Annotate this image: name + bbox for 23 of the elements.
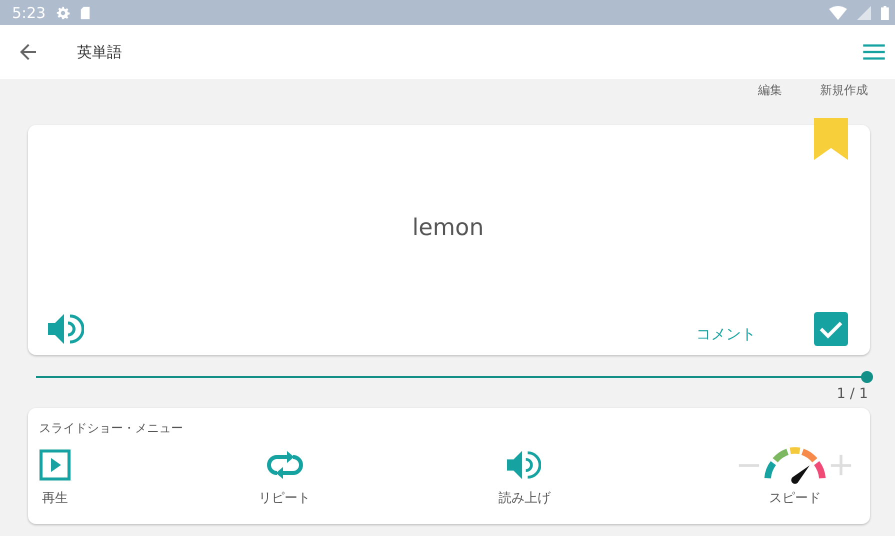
menu-label: 読み上げ xyxy=(498,490,550,507)
comment-link[interactable]: コメント xyxy=(696,324,756,344)
gear-icon xyxy=(56,6,70,20)
screen-title: 英単語 xyxy=(77,42,122,62)
speaker-icon[interactable] xyxy=(507,449,542,481)
speed-gauge-icon[interactable] xyxy=(762,446,828,484)
page-counter: 1 / 1 xyxy=(836,386,868,402)
play-icon[interactable] xyxy=(39,449,71,481)
action-button[interactable]: 編集 xyxy=(758,82,782,98)
menu-label: スピード xyxy=(768,490,821,507)
repeat-icon[interactable] xyxy=(266,449,303,481)
checkbox[interactable] xyxy=(814,312,848,346)
menu-label: 再生 xyxy=(42,490,68,507)
card-word: lemon xyxy=(411,215,485,243)
panel-title: スライドショー・メニュー xyxy=(39,420,184,437)
wifi-icon xyxy=(829,6,848,20)
action-button[interactable]: 新規作成 xyxy=(820,82,868,98)
sd-card-icon xyxy=(80,6,90,20)
speaker-icon[interactable] xyxy=(48,312,84,346)
signal-icon xyxy=(857,6,872,20)
menu-label: リピート xyxy=(258,490,311,507)
battery-icon xyxy=(881,6,889,20)
status-time: 5:23 xyxy=(12,4,46,22)
